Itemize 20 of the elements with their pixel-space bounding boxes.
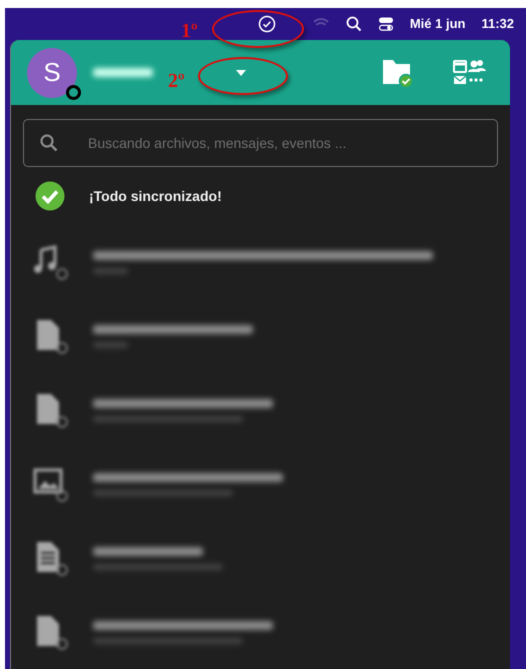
control-center-icon[interactable] bbox=[378, 16, 394, 32]
menu-bar-time: 11:32 bbox=[481, 15, 514, 34]
blurred-account-name bbox=[93, 68, 153, 77]
caret-icon[interactable] bbox=[235, 68, 247, 76]
search-field[interactable]: Buscando archivos, mensajes, eventos ... bbox=[23, 119, 498, 167]
menu-bar-date: Mié 1 jun bbox=[410, 15, 466, 34]
search-icon bbox=[39, 133, 59, 153]
sync-status-text: ¡Todo sincronizado! bbox=[89, 186, 222, 206]
blurred-file-details bbox=[93, 268, 128, 274]
blurred-file-details bbox=[93, 342, 128, 348]
music-file-icon bbox=[33, 244, 69, 280]
folder-check-icon[interactable] bbox=[382, 58, 414, 88]
sync-check-icon[interactable] bbox=[258, 15, 276, 33]
annotation-label: 1º bbox=[181, 19, 198, 44]
annotation-label: 2º bbox=[168, 69, 185, 94]
image-file-icon bbox=[33, 466, 69, 502]
avatar-letter: S bbox=[43, 56, 61, 89]
status-indicator bbox=[66, 84, 81, 100]
search-icon[interactable] bbox=[346, 16, 362, 32]
check-circle-icon bbox=[35, 181, 65, 211]
